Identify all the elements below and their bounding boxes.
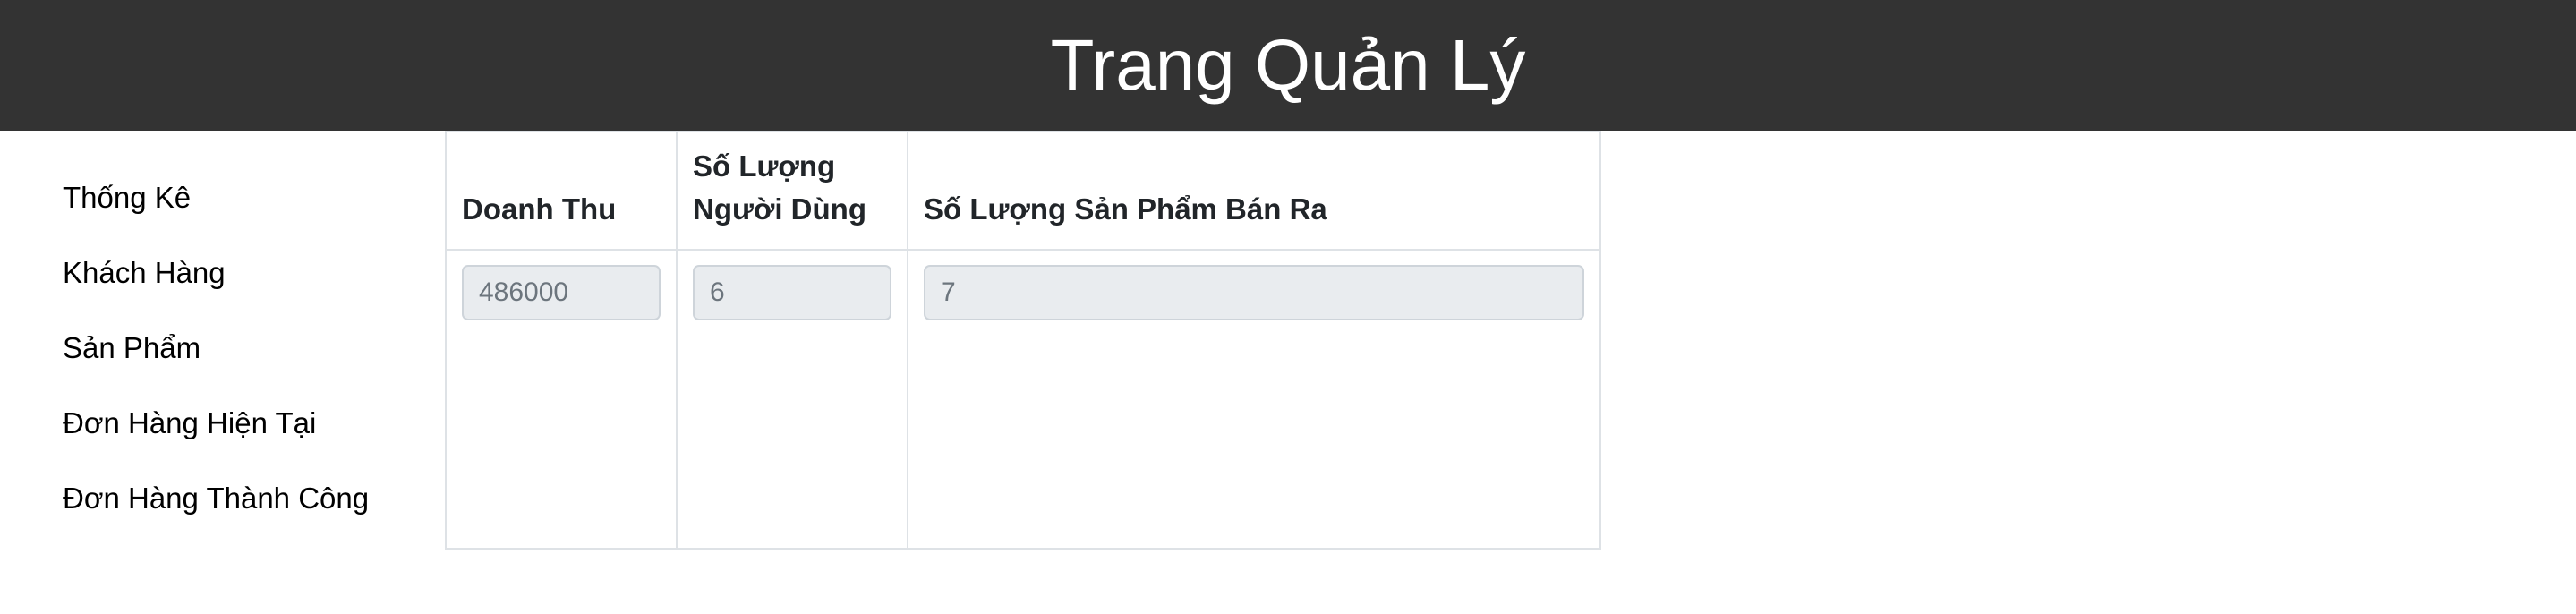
sidebar-item-khach-hang[interactable]: Khách Hàng (63, 254, 439, 329)
stats-table: Doanh Thu Số Lượng Người Dùng Số Lượng S… (445, 131, 1601, 550)
page-header: Trang Quản Lý (0, 0, 2576, 131)
products-sold-cell (907, 249, 1601, 550)
revenue-header: Doanh Thu (445, 131, 678, 251)
sidebar-item-don-hang-thanh-cong[interactable]: Đơn Hàng Thành Công (63, 480, 439, 555)
products-sold-field[interactable] (924, 265, 1584, 320)
revenue-field[interactable] (462, 265, 661, 320)
sidebar-item-don-hang-hien-tai[interactable]: Đơn Hàng Hiện Tại (63, 405, 439, 480)
user-count-field[interactable] (693, 265, 891, 320)
products-sold-header: Số Lượng Sản Phẩm Bán Ra (907, 131, 1601, 251)
revenue-cell (445, 249, 678, 550)
user-count-header: Số Lượng Người Dùng (676, 131, 908, 251)
table-row (445, 249, 1601, 550)
user-count-cell (676, 249, 908, 550)
page-title: Trang Quản Lý (1050, 25, 1526, 105)
table-header-row: Doanh Thu Số Lượng Người Dùng Số Lượng S… (445, 131, 1601, 251)
sidebar-item-san-pham[interactable]: Sản Phẩm (63, 329, 439, 405)
sidebar-nav: Thống Kê Khách Hàng Sản Phẩm Đơn Hàng Hi… (63, 179, 439, 555)
sidebar-item-thong-ke[interactable]: Thống Kê (63, 179, 439, 254)
